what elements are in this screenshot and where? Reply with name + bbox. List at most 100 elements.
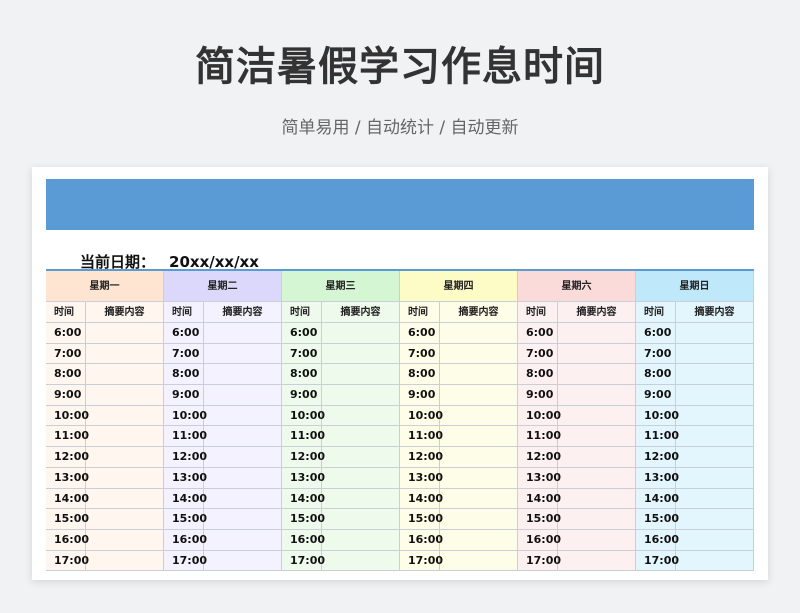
note-cell[interactable] (676, 426, 754, 448)
time-cell[interactable]: 9:00 (518, 385, 558, 406)
time-cell[interactable]: 12:00 (164, 447, 207, 468)
note-cell[interactable] (558, 529, 636, 551)
time-cell[interactable]: 6:00 (46, 323, 86, 344)
time-cell[interactable]: 17:00 (400, 550, 443, 572)
note-cell[interactable] (558, 467, 636, 489)
time-cell[interactable]: 16:00 (400, 529, 443, 551)
time-cell[interactable]: 15:00 (46, 509, 89, 530)
note-cell[interactable] (86, 385, 164, 406)
note-cell[interactable] (440, 509, 518, 530)
note-cell[interactable] (676, 364, 754, 386)
note-cell[interactable] (204, 426, 282, 448)
note-cell[interactable] (440, 550, 518, 572)
note-cell[interactable] (558, 509, 636, 530)
note-cell[interactable] (440, 343, 518, 365)
note-cell[interactable] (86, 364, 164, 386)
note-cell[interactable] (204, 529, 282, 551)
note-cell[interactable] (676, 343, 754, 365)
note-cell[interactable] (322, 364, 400, 386)
time-cell[interactable]: 7:00 (164, 343, 204, 365)
note-cell[interactable] (676, 467, 754, 489)
note-cell[interactable] (558, 426, 636, 448)
time-cell[interactable]: 7:00 (636, 343, 676, 365)
time-cell[interactable]: 14:00 (282, 488, 325, 510)
time-cell[interactable]: 17:00 (282, 550, 325, 572)
time-cell[interactable]: 7:00 (518, 343, 558, 365)
note-cell[interactable] (558, 385, 636, 406)
time-cell[interactable]: 16:00 (282, 529, 325, 551)
note-cell[interactable] (440, 323, 518, 344)
note-cell[interactable] (676, 447, 754, 468)
time-cell[interactable]: 15:00 (282, 509, 325, 530)
time-cell[interactable]: 10:00 (636, 405, 679, 427)
time-cell[interactable]: 11:00 (400, 426, 443, 448)
time-cell[interactable]: 17:00 (518, 550, 561, 572)
time-cell[interactable]: 15:00 (636, 509, 679, 530)
note-cell[interactable] (676, 488, 754, 510)
time-cell[interactable]: 13:00 (400, 467, 443, 489)
note-cell[interactable] (322, 385, 400, 406)
time-cell[interactable]: 10:00 (518, 405, 561, 427)
time-cell[interactable]: 12:00 (518, 447, 561, 468)
time-cell[interactable]: 11:00 (46, 426, 89, 448)
time-cell[interactable]: 11:00 (164, 426, 207, 448)
time-cell[interactable]: 13:00 (164, 467, 207, 489)
note-cell[interactable] (204, 385, 282, 406)
time-cell[interactable]: 12:00 (400, 447, 443, 468)
time-cell[interactable]: 6:00 (400, 323, 440, 344)
time-cell[interactable]: 10:00 (400, 405, 443, 427)
note-cell[interactable] (204, 467, 282, 489)
time-cell[interactable]: 10:00 (46, 405, 89, 427)
time-cell[interactable]: 9:00 (46, 385, 86, 406)
note-cell[interactable] (440, 364, 518, 386)
time-cell[interactable]: 7:00 (282, 343, 322, 365)
time-cell[interactable]: 14:00 (400, 488, 443, 510)
time-cell[interactable]: 14:00 (636, 488, 679, 510)
time-cell[interactable]: 10:00 (164, 405, 207, 427)
note-cell[interactable] (440, 467, 518, 489)
time-cell[interactable]: 12:00 (46, 447, 89, 468)
time-cell[interactable]: 9:00 (636, 385, 676, 406)
time-cell[interactable]: 16:00 (46, 529, 89, 551)
note-cell[interactable] (676, 405, 754, 427)
time-cell[interactable]: 13:00 (636, 467, 679, 489)
time-cell[interactable]: 7:00 (46, 343, 86, 365)
time-cell[interactable]: 9:00 (282, 385, 322, 406)
time-cell[interactable]: 15:00 (518, 509, 561, 530)
note-cell[interactable] (322, 488, 400, 510)
time-cell[interactable]: 8:00 (282, 364, 322, 386)
note-cell[interactable] (676, 550, 754, 572)
time-cell[interactable]: 8:00 (46, 364, 86, 386)
note-cell[interactable] (322, 447, 400, 468)
time-cell[interactable]: 17:00 (46, 550, 89, 572)
time-cell[interactable]: 8:00 (400, 364, 440, 386)
note-cell[interactable] (558, 323, 636, 344)
note-cell[interactable] (440, 385, 518, 406)
note-cell[interactable] (204, 405, 282, 427)
time-cell[interactable]: 16:00 (518, 529, 561, 551)
time-cell[interactable]: 12:00 (282, 447, 325, 468)
time-cell[interactable]: 8:00 (164, 364, 204, 386)
note-cell[interactable] (558, 447, 636, 468)
note-cell[interactable] (204, 447, 282, 468)
note-cell[interactable] (440, 426, 518, 448)
note-cell[interactable] (322, 529, 400, 551)
time-cell[interactable]: 6:00 (164, 323, 204, 344)
note-cell[interactable] (558, 364, 636, 386)
note-cell[interactable] (558, 405, 636, 427)
time-cell[interactable]: 6:00 (636, 323, 676, 344)
time-cell[interactable]: 16:00 (164, 529, 207, 551)
note-cell[interactable] (204, 550, 282, 572)
time-cell[interactable]: 8:00 (518, 364, 558, 386)
time-cell[interactable]: 17:00 (164, 550, 207, 572)
time-cell[interactable]: 14:00 (164, 488, 207, 510)
note-cell[interactable] (204, 488, 282, 510)
note-cell[interactable] (322, 550, 400, 572)
note-cell[interactable] (440, 405, 518, 427)
time-cell[interactable]: 11:00 (636, 426, 679, 448)
note-cell[interactable] (440, 529, 518, 551)
note-cell[interactable] (86, 509, 164, 530)
time-cell[interactable]: 15:00 (400, 509, 443, 530)
time-cell[interactable]: 13:00 (46, 467, 89, 489)
note-cell[interactable] (204, 323, 282, 344)
